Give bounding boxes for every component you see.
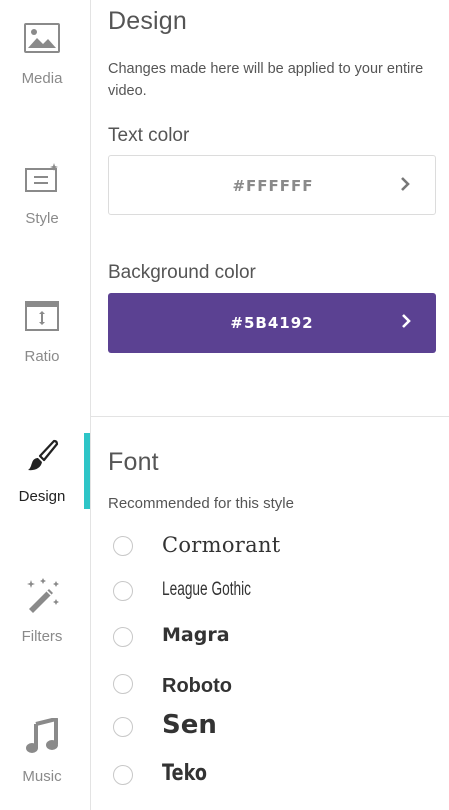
text-style-icon (22, 158, 62, 198)
font-option-label: Magra (162, 624, 230, 646)
radio-button[interactable] (113, 627, 133, 647)
design-panel: Design Changes made here will be applied… (91, 0, 449, 810)
radio-button[interactable] (113, 536, 133, 556)
font-option-sen[interactable]: Sen (113, 710, 413, 744)
music-note-icon (22, 716, 62, 756)
active-indicator (84, 433, 90, 509)
font-option-magra[interactable]: Magra (113, 620, 413, 654)
sidebar-item-style[interactable]: Style (0, 140, 90, 250)
sidebar-item-filters[interactable]: Filters (0, 558, 90, 668)
magic-wand-icon (22, 576, 62, 616)
background-color-value: #5B4192 (230, 314, 314, 332)
font-option-league-gothic[interactable]: League Gothic (113, 574, 413, 608)
image-icon (22, 18, 62, 58)
font-option-label: League Gothic (162, 579, 251, 600)
sidebar-item-label: Media (21, 70, 63, 87)
font-option-label: Sen (162, 710, 217, 740)
text-color-label: Text color (108, 125, 190, 146)
sidebar-item-label: Ratio (24, 348, 60, 365)
sidebar-item-design[interactable]: Design (0, 418, 90, 528)
paintbrush-icon (22, 436, 62, 476)
text-color-picker[interactable]: #FFFFFF (108, 155, 436, 215)
sidebar-item-label: Design (18, 488, 66, 505)
font-option-label: Teko (162, 761, 207, 786)
font-option-label: Cormorant (162, 533, 281, 557)
sidebar-item-music[interactable]: Music (0, 698, 90, 808)
chevron-right-icon (399, 175, 411, 198)
font-option-label: Roboto (162, 675, 232, 697)
radio-button[interactable] (113, 717, 133, 737)
radio-button[interactable] (113, 674, 133, 694)
radio-button[interactable] (113, 581, 133, 601)
background-color-picker[interactable]: #5B4192 (108, 293, 436, 353)
font-title: Font (108, 448, 159, 476)
aspect-ratio-icon (22, 296, 62, 336)
radio-button[interactable] (113, 765, 133, 785)
font-subtitle: Recommended for this style (108, 495, 294, 512)
sidebar-item-label: Music (22, 768, 62, 785)
section-divider (91, 416, 449, 417)
chevron-right-icon (400, 312, 412, 335)
background-color-label: Background color (108, 262, 256, 283)
sidebar-nav: Media Style Ratio Design Filters Music (0, 0, 91, 810)
font-option-cormorant[interactable]: Cormorant (113, 529, 413, 563)
sidebar-item-label: Filters (21, 628, 63, 645)
design-description: Changes made here will be applied to you… (108, 61, 424, 99)
font-option-roboto[interactable]: Roboto (113, 667, 413, 701)
design-title: Design (108, 7, 188, 35)
sidebar-item-media[interactable]: Media (0, 0, 90, 110)
text-color-value: #FFFFFF (232, 177, 314, 195)
sidebar-item-label: Style (25, 210, 59, 227)
sidebar-item-ratio[interactable]: Ratio (0, 278, 90, 388)
font-option-teko[interactable]: Teko (113, 758, 413, 792)
